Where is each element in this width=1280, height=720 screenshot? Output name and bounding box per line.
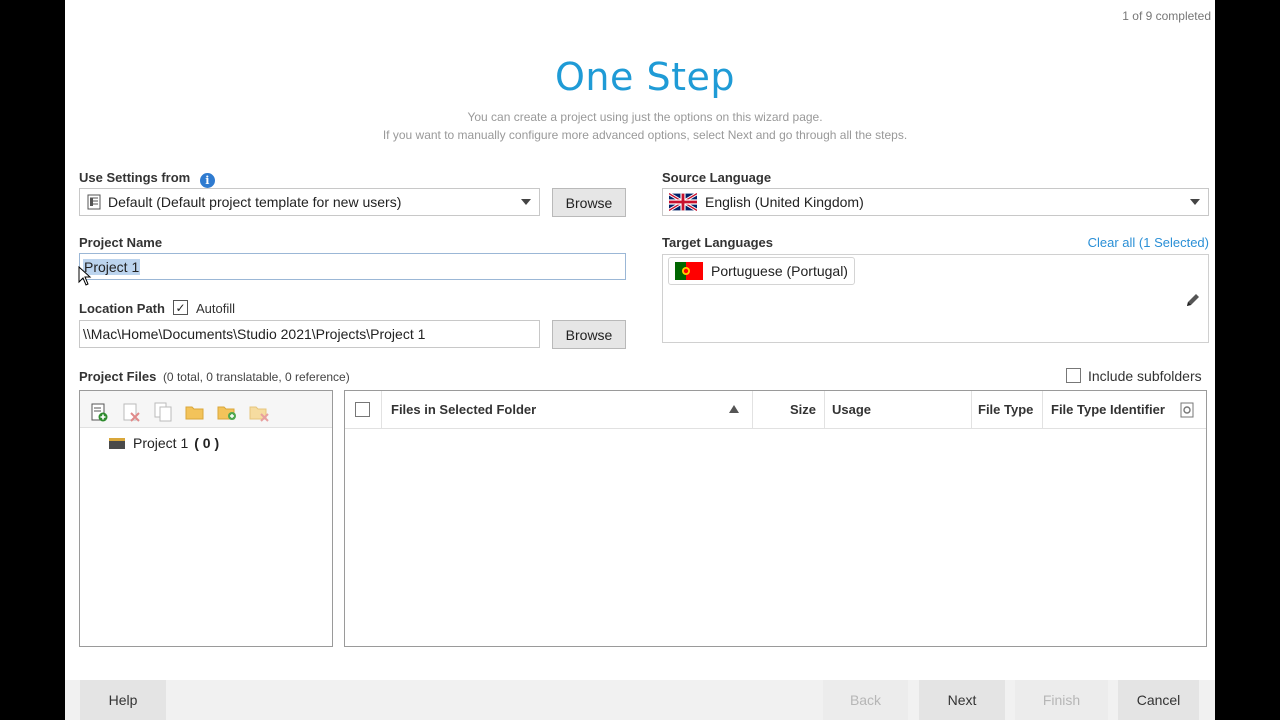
column-size[interactable]: Size <box>790 391 816 428</box>
chevron-down-icon <box>521 199 531 205</box>
settings-template-dropdown[interactable]: Default (Default project template for ne… <box>79 188 540 216</box>
settings-template-value: Default (Default project template for ne… <box>108 194 402 210</box>
select-all-checkbox[interactable] <box>355 402 370 417</box>
project-name-label: Project Name <box>79 235 163 250</box>
project-files-summary: (0 total, 0 translatable, 0 reference) <box>162 370 350 384</box>
edit-pencil-icon[interactable] <box>1184 291 1202 309</box>
source-language-value: English (United Kingdom) <box>705 194 864 210</box>
project-box-icon <box>109 438 125 449</box>
source-language-dropdown[interactable]: English (United Kingdom) <box>662 188 1209 216</box>
settings-browse-button[interactable]: Browse <box>552 188 626 217</box>
wizard-page: 1 of 9 completed One Step You can create… <box>65 0 1215 720</box>
tree-item-project[interactable]: Project 1 ( 0 ) <box>108 435 219 451</box>
page-title: One Step <box>555 55 735 99</box>
progress-indicator: 1 of 9 completed <box>1122 9 1211 23</box>
target-languages-label: Target Languages <box>662 235 774 250</box>
next-button[interactable]: Next <box>919 680 1005 720</box>
location-path-value: \\Mac\Home\Documents\Studio 2021\Project… <box>83 326 426 342</box>
cancel-button[interactable]: Cancel <box>1118 680 1199 720</box>
files-table-header: Files in Selected Folder Size Usage File… <box>345 391 1206 429</box>
add-folder-icon[interactable] <box>216 401 238 423</box>
remove-folder-icon[interactable] <box>248 401 270 423</box>
target-language-chip[interactable]: Portuguese (Portugal) <box>668 257 855 285</box>
finish-button[interactable]: Finish <box>1015 680 1108 720</box>
project-name-input[interactable]: Project 1 <box>79 253 626 280</box>
location-browse-button[interactable]: Browse <box>552 320 626 349</box>
back-button[interactable]: Back <box>823 680 908 720</box>
add-files-icon[interactable] <box>88 401 110 423</box>
info-icon[interactable]: i <box>199 173 215 188</box>
subtitle-line-2: If you want to manually configure more a… <box>382 128 908 142</box>
portugal-flag-icon <box>675 262 703 280</box>
copy-files-icon[interactable] <box>152 401 174 423</box>
include-subfolders-label: Include subfolders <box>1088 368 1202 384</box>
mouse-cursor-icon <box>78 266 92 286</box>
open-folder-icon[interactable] <box>184 401 206 423</box>
help-button[interactable]: Help <box>80 680 166 720</box>
chevron-down-icon <box>1190 199 1200 205</box>
sort-ascending-icon <box>729 405 739 413</box>
autofill-label: Autofill <box>196 301 236 316</box>
files-table-panel: Files in Selected Folder Size Usage File… <box>344 390 1207 647</box>
use-settings-label-text: Use Settings from <box>79 170 191 185</box>
folder-tree-panel: Project 1 ( 0 ) <box>79 390 333 647</box>
tree-item-label: Project 1 <box>133 435 189 451</box>
left-dark-margin <box>0 0 65 720</box>
subtitle-line-1: You can create a project using just the … <box>467 110 823 124</box>
tree-toolbar <box>80 391 332 428</box>
target-language-label: Portuguese (Portugal) <box>711 263 848 279</box>
target-languages-box[interactable]: Portuguese (Portugal) <box>662 254 1209 343</box>
autofill-checkbox[interactable]: ✓ <box>173 300 188 315</box>
right-dark-margin <box>1215 0 1280 720</box>
location-path-label: Location Path <box>79 301 165 316</box>
uk-flag-icon <box>669 193 697 211</box>
column-files[interactable]: Files in Selected Folder <box>391 391 536 428</box>
column-file-type[interactable]: File Type <box>978 391 1033 428</box>
column-chooser-icon[interactable] <box>1179 402 1195 418</box>
project-files-header: Project Files (0 total, 0 translatable, … <box>79 369 350 384</box>
project-files-label: Project Files <box>79 369 157 384</box>
tree-item-count: ( 0 ) <box>194 435 220 451</box>
location-path-input[interactable]: \\Mac\Home\Documents\Studio 2021\Project… <box>79 320 540 348</box>
column-file-type-identifier[interactable]: File Type Identifier <box>1051 391 1165 428</box>
column-usage[interactable]: Usage <box>832 391 871 428</box>
wizard-footer: Help Back Next Finish Cancel <box>65 680 1215 720</box>
remove-files-icon[interactable] <box>120 401 142 423</box>
clear-all-link[interactable]: Clear all (1 Selected) <box>1088 235 1209 250</box>
include-subfolders-checkbox[interactable] <box>1066 368 1081 383</box>
template-icon <box>87 194 101 210</box>
source-language-label: Source Language <box>662 170 772 185</box>
use-settings-label: Use Settings from i <box>79 170 215 188</box>
